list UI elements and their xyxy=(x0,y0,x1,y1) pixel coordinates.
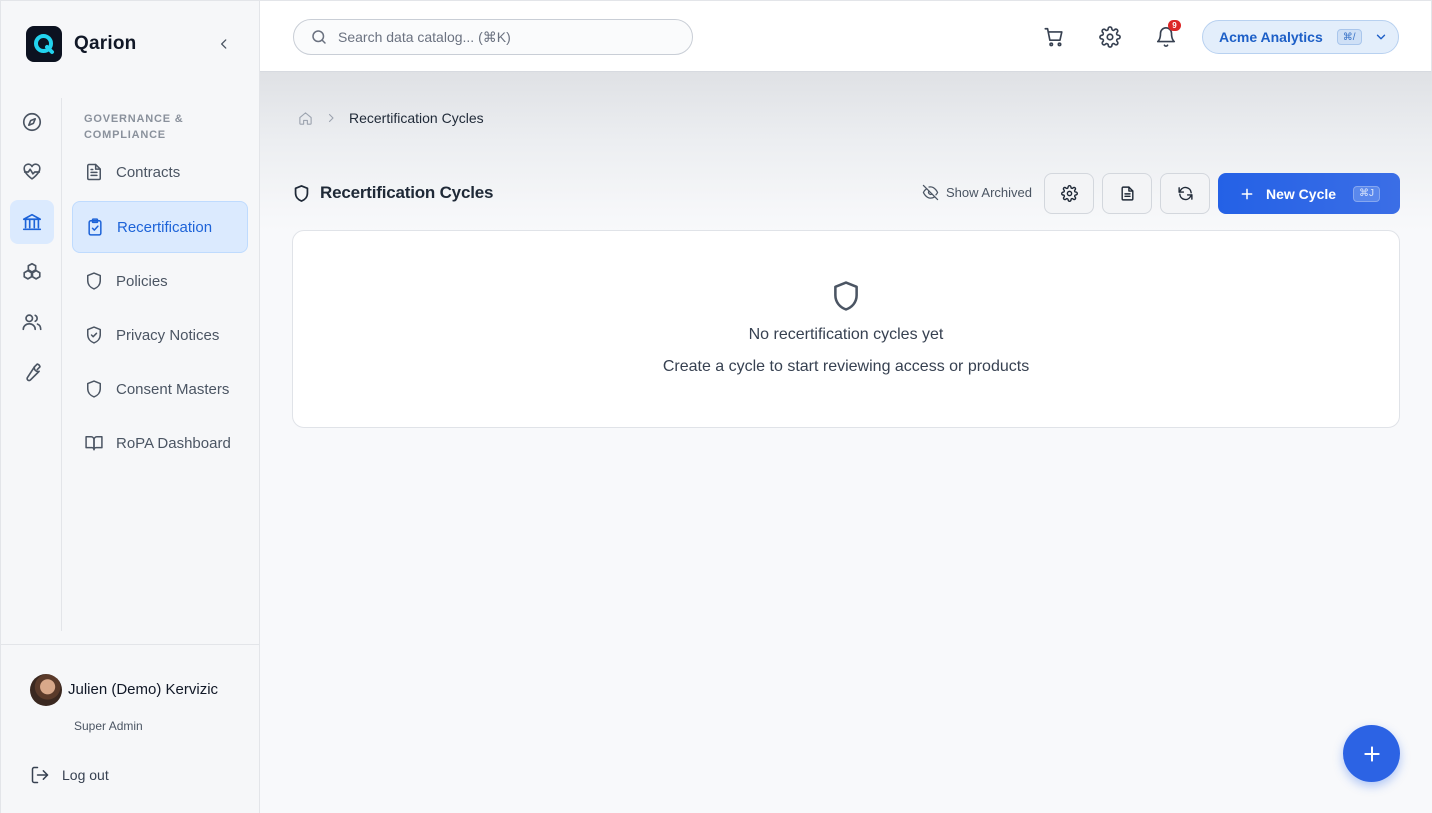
brand-name: Qarion xyxy=(74,33,137,54)
shield-icon xyxy=(834,281,858,311)
boxes-icon xyxy=(23,262,41,280)
eye-off-icon xyxy=(922,184,939,201)
page-title: Recertification Cycles xyxy=(292,183,493,203)
gear-icon xyxy=(1060,185,1078,202)
user-role: Super Admin xyxy=(74,719,143,733)
nav-item-label: Policies xyxy=(116,272,168,290)
new-cycle-shortcut-badge: ⌘J xyxy=(1353,185,1381,202)
search-bar[interactable] xyxy=(293,19,693,55)
sidebar: Qarion GOVERNANCE & COMPLIANCE Contracts… xyxy=(0,0,260,813)
notification-badge: 9 xyxy=(1168,20,1181,31)
nav-item-label: Recertification xyxy=(117,218,213,236)
chevron-right-icon xyxy=(328,113,334,123)
file-text-icon xyxy=(1120,186,1134,201)
settings-button[interactable] xyxy=(1098,25,1122,49)
wrench-icon xyxy=(26,363,41,382)
nav-section-title: GOVERNANCE & COMPLIANCE xyxy=(84,113,184,141)
chevron-left-icon xyxy=(221,39,227,49)
nav-item-ropa-dashboard[interactable]: RoPA Dashboard xyxy=(72,417,248,469)
org-shortcut-badge: ⌘/ xyxy=(1336,29,1362,45)
gear-icon xyxy=(1099,26,1121,48)
floating-add-button[interactable] xyxy=(1343,725,1400,782)
nav-item-label: Contracts xyxy=(116,163,181,181)
new-cycle-label: New Cycle xyxy=(1266,185,1337,202)
export-button[interactable] xyxy=(1102,173,1152,214)
search-input[interactable] xyxy=(338,29,668,45)
show-archived-label: Show Archived xyxy=(946,185,1032,200)
logout-button[interactable]: Log out xyxy=(30,765,109,785)
icon-rail xyxy=(1,98,62,631)
rail-item-explore[interactable] xyxy=(10,100,54,144)
nav-item-label: RoPA Dashboard xyxy=(116,434,231,452)
nav-item-consent-masters[interactable]: Consent Masters xyxy=(72,363,248,415)
main-content: Recertification Cycles Recertification C… xyxy=(260,72,1432,813)
nav-item-label: Privacy Notices xyxy=(116,326,220,344)
refresh-button[interactable] xyxy=(1160,173,1210,214)
settings-button[interactable] xyxy=(1044,173,1094,214)
plus-icon xyxy=(1241,188,1253,199)
compass-icon xyxy=(22,112,42,132)
shield-check-icon xyxy=(84,325,104,345)
user-area: Julien (Demo) Kervizic Super Admin Log o… xyxy=(1,644,260,813)
shopping-cart-icon xyxy=(1044,27,1063,47)
avatar[interactable] xyxy=(30,674,62,706)
rail-item-tools[interactable] xyxy=(10,350,54,394)
org-name: Acme Analytics xyxy=(1219,29,1323,45)
book-open-icon xyxy=(84,433,104,453)
new-cycle-button[interactable]: New Cycle ⌘J xyxy=(1218,173,1400,214)
rail-item-governance[interactable] xyxy=(10,200,54,244)
org-switcher[interactable]: Acme Analytics ⌘/ xyxy=(1202,20,1399,54)
clipboard-check-icon xyxy=(85,217,105,237)
nav-item-label: Consent Masters xyxy=(116,380,230,398)
search-icon xyxy=(312,30,326,44)
show-archived-toggle[interactable]: Show Archived xyxy=(922,184,1032,201)
qarion-logo-icon xyxy=(26,26,62,62)
collapse-sidebar-button[interactable] xyxy=(214,34,234,54)
breadcrumb-current: Recertification Cycles xyxy=(349,110,484,126)
rail-item-products[interactable] xyxy=(10,250,54,294)
refresh-icon xyxy=(1177,186,1193,201)
rail-item-health[interactable] xyxy=(10,150,54,194)
brand[interactable]: Qarion xyxy=(26,26,136,62)
rail-item-people[interactable] xyxy=(10,300,54,344)
nav-item-contracts[interactable]: Contracts xyxy=(72,146,248,198)
nav-item-policies[interactable]: Policies xyxy=(72,255,248,307)
page-title-text: Recertification Cycles xyxy=(320,183,494,202)
chevron-down-icon xyxy=(1376,34,1385,40)
log-out-icon xyxy=(31,766,49,784)
landmark-icon xyxy=(22,213,42,231)
home-icon[interactable] xyxy=(298,111,313,126)
breadcrumb: Recertification Cycles xyxy=(298,110,484,126)
heart-pulse-icon xyxy=(23,163,41,180)
empty-state-title: No recertification cycles yet xyxy=(748,326,944,343)
shield-icon xyxy=(84,271,104,291)
empty-state-subtitle: Create a cycle to start reviewing access… xyxy=(662,358,1030,375)
logout-label: Log out xyxy=(62,767,109,783)
shield-icon xyxy=(294,184,309,202)
file-text-icon xyxy=(84,162,104,182)
nav-item-recertification[interactable]: Recertification xyxy=(72,201,248,253)
topbar: 9 Acme Analytics ⌘/ xyxy=(260,0,1432,72)
empty-state-card: No recertification cycles yet Create a c… xyxy=(292,230,1400,428)
nav-item-privacy-notices[interactable]: Privacy Notices xyxy=(72,309,248,361)
shield-icon xyxy=(84,379,104,399)
users-icon xyxy=(22,314,42,331)
plus-icon xyxy=(1363,745,1380,762)
user-name: Julien (Demo) Kervizic xyxy=(68,681,219,698)
cart-button[interactable] xyxy=(1042,25,1066,49)
